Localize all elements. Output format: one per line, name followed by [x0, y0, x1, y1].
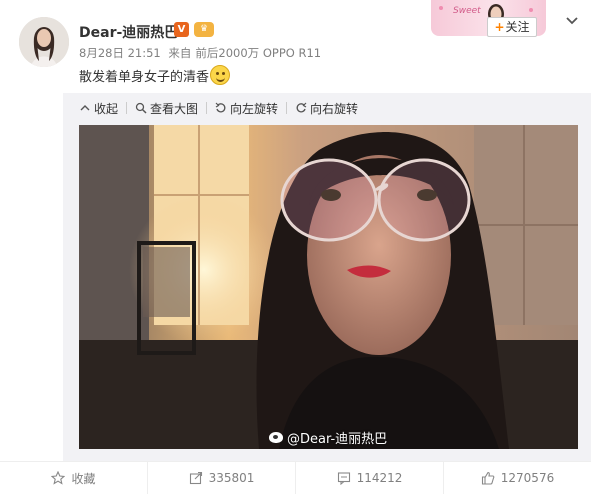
plus-icon: + [494, 20, 505, 34]
comment-count: 114212 [356, 471, 403, 485]
star-icon [51, 471, 66, 485]
collapse-icon [80, 105, 90, 111]
weibo-logo-icon [269, 432, 283, 443]
collapse-label: 收起 [94, 101, 119, 116]
collapse-button[interactable]: 收起 [79, 100, 118, 117]
post-meta: 8月28日 21:51 来自 前后2000万 OPPO R11 [79, 45, 325, 61]
post-source[interactable]: 前后2000万 OPPO R11 [195, 46, 321, 60]
rotate-left-button[interactable]: 向左旋转 [215, 100, 278, 117]
rotate-right-label: 向右旋转 [310, 101, 359, 116]
post-date[interactable]: 8月28日 21:51 [79, 46, 161, 60]
photo-image [79, 125, 578, 449]
thumbs-up-icon [481, 471, 495, 485]
verified-badge-icon[interactable]: V [174, 22, 189, 37]
rotate-left-label: 向左旋转 [230, 101, 279, 116]
favorite-button[interactable]: 收藏 [0, 462, 148, 494]
post-text: 散发着单身女子的清香 [79, 65, 231, 85]
follow-button[interactable]: +关注 [487, 17, 537, 37]
media-toolbar: 收起 查看大图 向左旋转 向右旋转 [79, 99, 358, 117]
post-text-content: 散发着单身女子的清香 [79, 69, 210, 85]
view-large-button[interactable]: 查看大图 [135, 100, 198, 117]
like-button[interactable]: 1270576 [444, 462, 591, 494]
action-bar: 收藏 335801 114212 1270576 [0, 461, 591, 494]
rotate-right-button[interactable]: 向右旋转 [295, 100, 358, 117]
vip-crown-icon[interactable]: ♛ [194, 22, 214, 37]
source-prefix: 来自 [168, 46, 192, 60]
rotate-right-icon [296, 102, 307, 113]
author-name[interactable]: Dear-迪丽热巴 [79, 22, 178, 42]
toolbar-divider [286, 102, 288, 114]
repost-count: 335801 [208, 471, 255, 485]
post-photo[interactable] [79, 125, 578, 449]
view-large-label: 查看大图 [150, 101, 199, 116]
smile-emoji-icon [210, 65, 231, 85]
watermark-text: @Dear-迪丽热巴 [287, 432, 388, 447]
repost-button[interactable]: 335801 [148, 462, 296, 494]
toolbar-divider [206, 102, 208, 114]
toolbar-divider [126, 102, 128, 114]
magnifier-icon [135, 102, 147, 114]
repost-icon [189, 471, 202, 485]
follow-label: 关注 [505, 20, 530, 34]
rotate-left-icon [215, 102, 226, 113]
like-count: 1270576 [500, 471, 555, 485]
favorite-label: 收藏 [71, 471, 96, 486]
photo-watermark: @Dear-迪丽热巴 [269, 428, 387, 447]
avatar[interactable] [19, 17, 69, 67]
comment-button[interactable]: 114212 [296, 462, 444, 494]
chevron-down-icon[interactable] [565, 14, 579, 28]
avatar-image [19, 17, 69, 67]
comment-icon [337, 472, 350, 485]
